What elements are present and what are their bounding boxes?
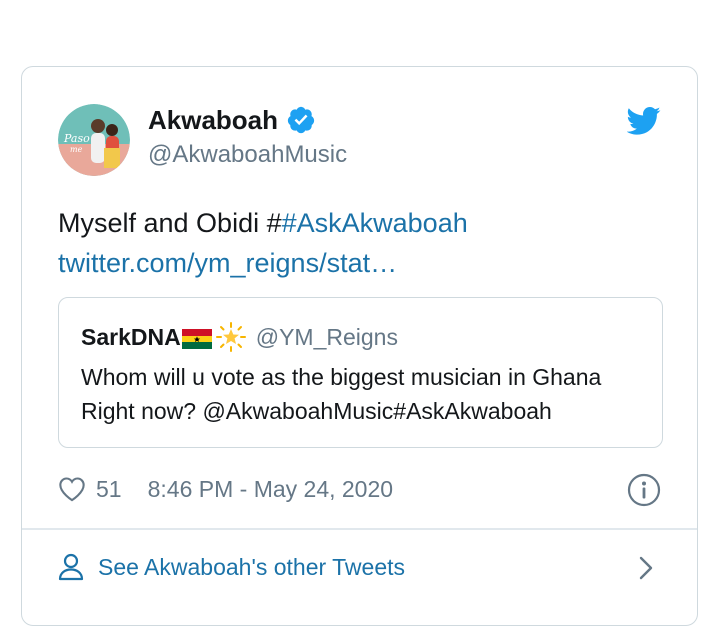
quoted-tweet-text: Whom will u vote as the biggest musician… — [81, 364, 602, 424]
quoted-tweet[interactable]: SarkDNA @YM_Reigns Whom will u vote as t… — [58, 297, 663, 448]
svg-text:me: me — [70, 145, 83, 154]
glowing-star-icon — [215, 322, 246, 352]
person-icon — [58, 553, 84, 581]
verified-badge-icon — [286, 105, 316, 135]
tweet-timestamp[interactable]: 8:46 PM - May 24, 2020 — [148, 476, 393, 503]
embedded-tweet-card: Paso me Akwaboah @AkwaboahMusic Myself a… — [21, 66, 698, 626]
twitter-bird-icon[interactable] — [626, 106, 661, 136]
see-other-tweets-link[interactable]: See Akwaboah's other Tweets — [58, 549, 661, 585]
author-name-text: Akwaboah — [148, 105, 279, 135]
tweet-text-prefix: Myself and Obidi # — [58, 208, 282, 238]
divider — [22, 528, 697, 530]
like-count[interactable]: 51 — [96, 476, 122, 503]
author-name[interactable]: Akwaboah — [148, 105, 316, 135]
tweet-text: Myself and Obidi ##AskAkwaboah twitter.c… — [58, 203, 658, 283]
see-other-tweets-label: See Akwaboah's other Tweets — [98, 553, 405, 580]
chevron-right-icon — [637, 555, 655, 581]
tweet-meta: 51 8:46 PM - May 24, 2020 — [58, 471, 661, 507]
quoted-author-handle[interactable]: @YM_Reigns — [256, 323, 398, 351]
hashtag-link[interactable]: #AskAkwaboah — [282, 208, 468, 238]
author-handle[interactable]: @AkwaboahMusic — [148, 140, 347, 170]
tweet-url-link[interactable]: twitter.com/ym_reigns/stat… — [58, 248, 397, 278]
quoted-author-name: SarkDNA — [81, 324, 181, 350]
avatar[interactable]: Paso me — [58, 104, 130, 176]
ghana-flag-icon — [181, 327, 212, 349]
svg-text:Paso: Paso — [63, 132, 90, 145]
quoted-tweet-header: SarkDNA @YM_Reigns — [81, 322, 398, 352]
heart-icon[interactable] — [58, 476, 86, 502]
info-icon[interactable] — [627, 473, 661, 507]
